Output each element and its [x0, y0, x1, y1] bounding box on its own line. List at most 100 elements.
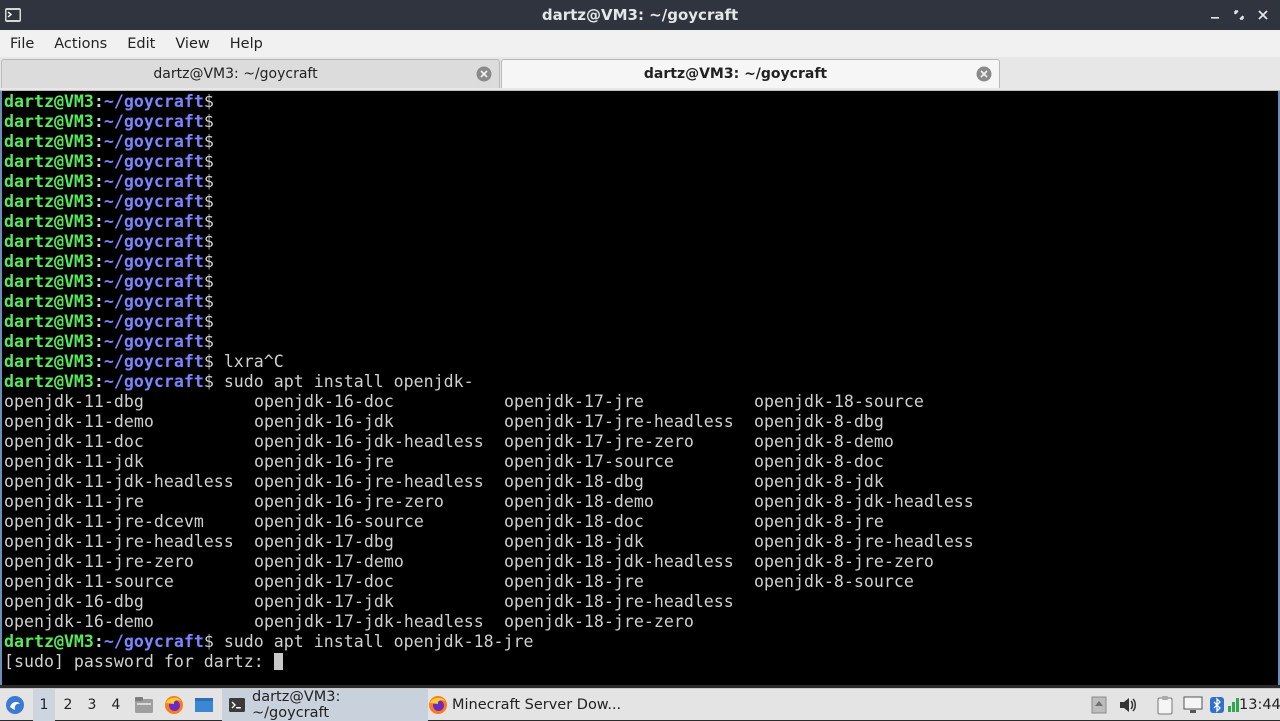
prompt-separator: :: [93, 352, 104, 371]
prompt-dollar: $: [203, 352, 214, 371]
task-firefox[interactable]: Minecraft Server Dow...: [422, 689, 634, 721]
prompt-dollar: $: [203, 212, 214, 231]
menu-edit[interactable]: Edit: [117, 36, 165, 52]
completion-item: openjdk-16-source: [254, 512, 424, 531]
completion-item: openjdk-16-jre: [254, 452, 394, 471]
prompt-path: ~/goycraft: [103, 292, 204, 311]
minimize-icon[interactable]: [1206, 6, 1224, 24]
menu-view[interactable]: View: [165, 36, 219, 52]
menu-help[interactable]: Help: [220, 36, 273, 52]
terminal-line: dartz@VM3:~/goycraft$: [4, 292, 1004, 312]
completion-item: openjdk-18-doc: [504, 512, 644, 531]
desktop-icon[interactable]: [193, 689, 215, 721]
terminal-line: dartz@VM3:~/goycraft$: [4, 92, 1004, 112]
prompt-user-host: dartz@VM3: [4, 152, 94, 171]
tab-terminal-2[interactable]: dartz@VM3: ~/goycraft: [501, 59, 1000, 88]
terminal-line: dartz@VM3:~/goycraft$: [4, 232, 1004, 252]
task-terminal[interactable]: dartz@VM3: ~/goycraft: [222, 689, 428, 721]
completion-item: openjdk-18-demo: [504, 492, 654, 511]
prompt-dollar: $: [203, 192, 214, 211]
workspace-2[interactable]: 2: [57, 689, 79, 721]
completion-item: openjdk-16-jdk-headless: [254, 432, 484, 451]
menu-bar: File Actions Edit View Help: [0, 30, 1280, 57]
prompt-separator: :: [93, 632, 104, 651]
file-manager-icon[interactable]: [133, 689, 155, 721]
prompt-separator: :: [93, 112, 104, 131]
completion-item: openjdk-17-jre-zero: [504, 432, 694, 451]
prompt-dollar: $: [203, 252, 214, 271]
prompt-path: ~/goycraft: [103, 372, 204, 391]
notification-icon[interactable]: [1088, 689, 1110, 721]
terminal-line: dartz@VM3:~/goycraft$: [4, 272, 1004, 292]
prompt-path: ~/goycraft: [103, 272, 204, 291]
prompt-user-host: dartz@VM3: [4, 272, 94, 291]
completion-item: openjdk-16-demo: [4, 612, 154, 631]
task-label: Minecraft Server Dow...: [452, 697, 622, 713]
menu-file[interactable]: File: [0, 36, 44, 52]
tab-terminal-1[interactable]: dartz@VM3: ~/goycraft: [1, 59, 500, 88]
prompt-separator: :: [93, 272, 104, 291]
prompt-separator: :: [93, 92, 104, 111]
completion-item: openjdk-16-doc: [254, 392, 394, 411]
prompt-separator: :: [93, 232, 104, 251]
prompt-path: ~/goycraft: [103, 312, 204, 331]
completion-item: [754, 592, 1004, 612]
tab-close-icon[interactable]: [476, 66, 492, 82]
workspace-1[interactable]: 1: [33, 689, 55, 721]
completion-item: openjdk-11-source: [4, 572, 174, 591]
terminal-line: dartz@VM3:~/goycraft$ lxra^C: [4, 352, 1004, 372]
prompt-user-host: dartz@VM3: [4, 132, 94, 151]
completion-item: openjdk-11-jre-zero: [4, 552, 194, 571]
prompt-path: ~/goycraft: [103, 112, 204, 131]
terminal-line: dartz@VM3:~/goycraft$: [4, 252, 1004, 272]
tab-close-icon[interactable]: [976, 66, 992, 82]
completion-item: openjdk-8-doc: [754, 452, 884, 471]
workspace-3[interactable]: 3: [81, 689, 103, 721]
taskbar: 1 2 3 4 dartz@VM3: ~/goycraft Minecraft …: [0, 688, 1280, 721]
clock[interactable]: 13:44: [1239, 689, 1280, 721]
clipboard-icon[interactable]: [1154, 689, 1176, 721]
prompt-separator: :: [93, 372, 104, 391]
prompt-path: ~/goycraft: [103, 252, 204, 271]
completion-item: openjdk-17-demo: [254, 552, 404, 571]
completion-list: openjdk-11-dbg openjdk-16-doc openjdk-17-j…: [4, 392, 1004, 632]
completion-item: openjdk-17-dbg: [254, 532, 394, 551]
title-bar: dartz@VM3: ~/goycraft: [0, 0, 1280, 30]
lxqt-start-icon[interactable]: [4, 689, 26, 721]
prompt-path: ~/goycraft: [103, 92, 204, 111]
completion-item: openjdk-11-jre-dcevm: [4, 512, 204, 531]
prompt-user-host: dartz@VM3: [4, 372, 94, 391]
terminal-line: dartz@VM3:~/goycraft$: [4, 152, 1004, 172]
terminal-line: dartz@VM3:~/goycraft$: [4, 312, 1004, 332]
terminal-icon: [228, 697, 246, 713]
prompt-path: ~/goycraft: [103, 132, 204, 151]
terminal-line: dartz@VM3:~/goycraft$: [4, 212, 1004, 232]
prompt-path: ~/goycraft: [103, 172, 204, 191]
display-icon[interactable]: [1182, 689, 1204, 721]
completion-item: openjdk-8-jdk: [754, 472, 884, 491]
close-icon[interactable]: [1254, 6, 1272, 24]
sudo-prompt: [sudo] password for dartz:: [4, 652, 274, 671]
firefox-icon: [428, 695, 448, 715]
completion-item: openjdk-18-source: [754, 392, 924, 411]
prompt-dollar: $: [203, 312, 214, 331]
prompt-path: ~/goycraft: [103, 232, 204, 251]
terminal-view[interactable]: dartz@VM3:~/goycraft$ dartz@VM3:~/goycraf…: [0, 91, 1280, 685]
completion-item: openjdk-17-jdk-headless: [254, 612, 484, 631]
completion-item: openjdk-8-jdk-headless: [754, 492, 974, 511]
prompt-dollar: $: [203, 112, 214, 131]
prompt-separator: :: [93, 292, 104, 311]
completion-item: openjdk-8-jre: [754, 512, 884, 531]
prompt-dollar: $: [203, 172, 214, 191]
menu-actions[interactable]: Actions: [44, 36, 117, 52]
workspace-4[interactable]: 4: [105, 689, 127, 721]
terminal-line: dartz@VM3:~/goycraft$: [4, 192, 1004, 212]
volume-icon[interactable]: [1117, 689, 1139, 721]
completion-item: openjdk-18-dbg: [504, 472, 644, 491]
firefox-icon[interactable]: [163, 689, 185, 721]
terminal-line: dartz@VM3:~/goycraft$: [4, 332, 1004, 352]
prompt-dollar: $: [203, 152, 214, 171]
completion-item: openjdk-8-demo: [754, 432, 894, 451]
prompt-separator: :: [93, 132, 104, 151]
maximize-icon[interactable]: [1230, 6, 1248, 24]
